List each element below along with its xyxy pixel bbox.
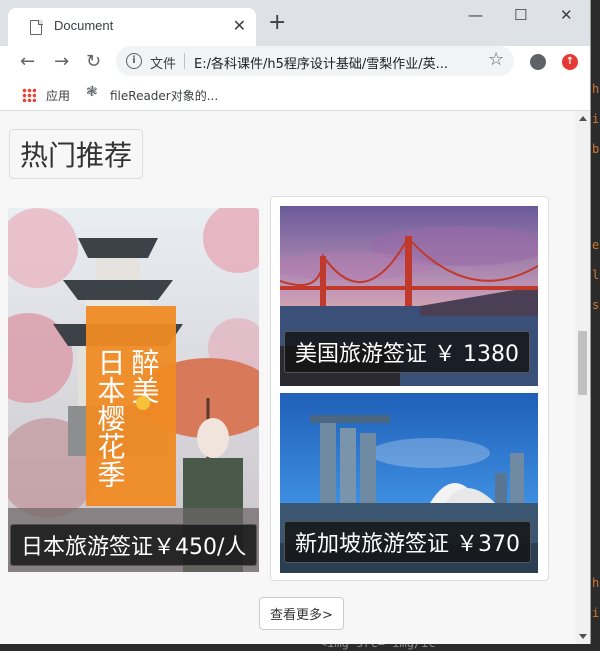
japan-poster-image: 醉美 日本樱花季 [8, 208, 259, 572]
browser-window: Document ✕ + — ☐ ✕ ← → ↻ i 文件 E:/各科课件/h5… [0, 0, 591, 644]
bookmark-filereader[interactable]: fileReader对象的... [110, 87, 218, 104]
reload-icon[interactable]: ↻ [86, 51, 101, 72]
scroll-up-icon[interactable] [579, 116, 587, 121]
browser-toolbar: ← → ↻ i 文件 E:/各科课件/h5程序设计基础/雪梨作业/英... ☆ … [0, 46, 590, 80]
poster-text-1: 醉美 [128, 348, 161, 404]
card-singapore-caption: 新加坡旅游签证 ￥370 [284, 521, 531, 563]
url-text[interactable]: E:/各科课件/h5程序设计基础/雪梨作业/英... [194, 53, 474, 72]
info-icon[interactable]: i [126, 53, 142, 69]
card-usa-caption: 美国旅游签证 ￥ 1380 [284, 331, 530, 373]
scroll-down-icon[interactable] [579, 634, 587, 639]
title-bar: Document ✕ + — ☐ ✕ [0, 0, 590, 46]
file-label: 文件 [150, 57, 177, 72]
bookmarks-bar: 应用 ❃ fileReader对象的... [0, 80, 590, 111]
account-icon[interactable] [530, 54, 546, 70]
forward-icon[interactable]: → [54, 51, 69, 72]
address-separator [184, 53, 185, 69]
maximize-button[interactable]: ☐ [514, 6, 527, 24]
bookmark-apps[interactable]: 应用 [46, 87, 70, 104]
address-bar[interactable]: i 文件 E:/各科课件/h5程序设计基础/雪梨作业/英... ☆ [116, 46, 514, 76]
editor-peek: h i b e l s h i [592, 82, 600, 620]
back-icon[interactable]: ← [20, 51, 35, 72]
apps-grid-icon[interactable] [22, 88, 36, 102]
minimize-button[interactable]: — [468, 6, 483, 24]
tab-title: Document [54, 18, 114, 33]
extension-icon[interactable]: ↑ [562, 54, 578, 70]
document-icon [30, 19, 43, 35]
close-tab-icon[interactable]: ✕ [233, 16, 246, 35]
new-tab-button[interactable]: + [268, 10, 286, 35]
section-title: 热门推荐 [9, 129, 144, 179]
close-window-button[interactable]: ✕ [560, 6, 573, 24]
card-japan[interactable]: 醉美 日本樱花季 日本旅游签证￥450/人 [8, 208, 259, 572]
bookmark-star-icon[interactable]: ☆ [488, 49, 504, 70]
scroll-thumb[interactable] [578, 331, 587, 395]
poster-text-2: 日本樱花季 [94, 348, 127, 488]
page-viewport: 热门推荐 醉美 日本樱花季 日本旅游签证￥450/人 美国旅游签证 ￥ 1380… [0, 111, 575, 644]
card-japan-caption: 日本旅游签证￥450/人 [10, 524, 258, 566]
more-button[interactable]: 查看更多> [259, 597, 344, 630]
page-scrollbar[interactable] [575, 111, 590, 644]
bookmark-favicon-icon: ❃ [86, 84, 98, 100]
tab-document[interactable]: Document ✕ [8, 8, 256, 46]
